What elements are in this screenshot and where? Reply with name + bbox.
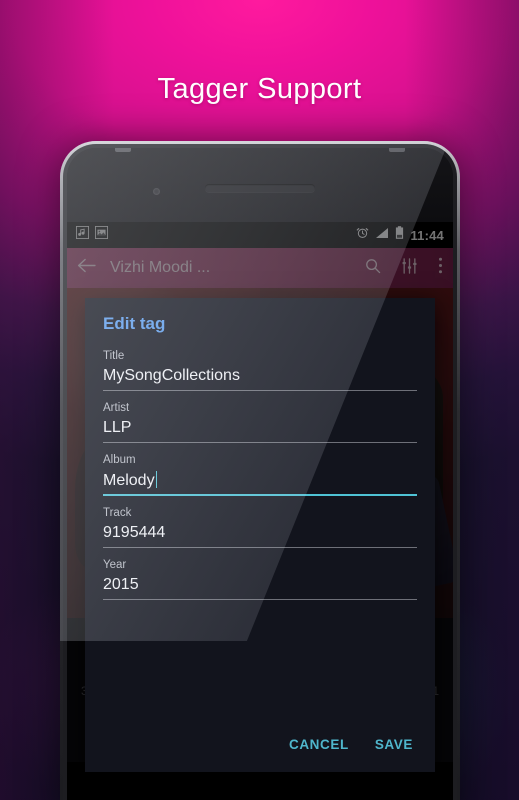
promo-screenshot: Tagger Support Edit tag Title MySongColl…: [0, 0, 519, 800]
track-input[interactable]: 9195444: [103, 524, 417, 548]
text-cursor: [155, 471, 158, 488]
field-title: Title MySongCollections: [103, 350, 417, 391]
title-input[interactable]: MySongCollections: [103, 367, 417, 391]
dialog-actions: CANCEL SAVE: [103, 723, 417, 772]
promo-headline: Tagger Support: [157, 73, 362, 105]
phone-screen: 11:44 Vizhi Moodi ...: [67, 222, 453, 800]
artist-input[interactable]: LLP: [103, 419, 417, 443]
phone-device: 11:44 Vizhi Moodi ...: [60, 141, 460, 800]
field-label: Title: [103, 350, 125, 362]
album-input-value: Melody: [103, 472, 155, 489]
field-label: Album: [103, 454, 136, 466]
phone-frame: 11:44 Vizhi Moodi ...: [63, 144, 457, 800]
earpiece-speaker: [205, 184, 315, 192]
year-input[interactable]: 2015: [103, 576, 417, 600]
phone-top-bezel: [67, 148, 453, 222]
bezel-notch-right: [389, 148, 405, 152]
front-camera: [153, 188, 160, 195]
save-button[interactable]: SAVE: [375, 737, 413, 752]
field-track: Track 9195444: [103, 507, 417, 548]
edit-tag-dialog: Edit tag Title MySongCollections Artist …: [85, 298, 435, 772]
field-label: Track: [103, 507, 132, 519]
phone-face: 11:44 Vizhi Moodi ...: [67, 148, 453, 800]
field-label: Year: [103, 559, 127, 571]
field-label: Artist: [103, 402, 130, 414]
field-artist: Artist LLP: [103, 402, 417, 443]
field-year: Year 2015: [103, 559, 417, 600]
tag-fields: Title MySongCollections Artist LLP Album…: [103, 350, 417, 723]
field-album: Album Melody: [103, 454, 417, 496]
cancel-button[interactable]: CANCEL: [289, 737, 349, 752]
dialog-title: Edit tag: [103, 314, 166, 333]
bezel-notch-left: [115, 148, 131, 152]
album-input[interactable]: Melody: [103, 471, 417, 496]
